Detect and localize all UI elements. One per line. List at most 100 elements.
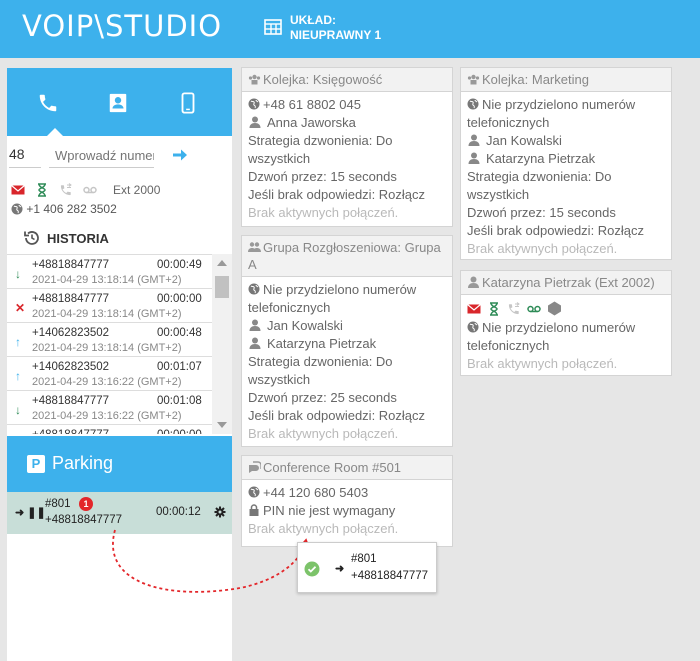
- history-duration: 00:00:00: [157, 429, 202, 434]
- presence-status-icon[interactable]: [547, 301, 562, 316]
- phone-tab-icon[interactable]: [37, 92, 59, 114]
- history-date: 2021-04-29 13:18:14 (GMT+2): [32, 342, 182, 354]
- card-phone: Nie przydzielono numerów telefonicznych: [467, 320, 636, 353]
- card-agent[interactable]: Anna Jaworska: [267, 115, 356, 130]
- history-date: 2021-04-29 13:18:14 (GMT+2): [32, 274, 182, 286]
- card-header: Kolejka: Marketing: [461, 68, 671, 92]
- card-phone: Nie przydzielono numerów telefonicznych: [467, 97, 636, 130]
- history-number: +14062823502: [32, 361, 110, 373]
- history-row[interactable]: ↑ +14062823502 00:00:48 2021-04-29 13:18:14…: [7, 323, 212, 357]
- parked-call[interactable]: ➜ ❚❚ #801 1 +48818847777 00:00:12: [7, 492, 232, 534]
- transfer-arrow-icon: ➜: [335, 563, 345, 575]
- history-scrollbar[interactable]: [212, 254, 232, 434]
- history-number: +48818847777: [32, 429, 109, 434]
- user-icon: [468, 152, 480, 164]
- country-prefix[interactable]: 48: [9, 146, 41, 168]
- history-number: +14062823502: [32, 327, 110, 339]
- missed-call-icon: ✕: [15, 301, 26, 315]
- history-duration: 00:01:07: [157, 361, 202, 373]
- card-ring-time: Dzwoń przez: 15 seconds: [248, 169, 397, 184]
- layout-name: NIEUPRAWNY 1: [290, 28, 382, 42]
- extension-card-katarzyna[interactable]: Katarzyna Pietrzak (Ext 2002) Nie przydz…: [460, 270, 672, 376]
- queue-card-ksiegowosc[interactable]: Kolejka: Księgowość +48 61 8802 045 Anna…: [241, 67, 453, 227]
- history-duration: 00:00:48: [157, 327, 202, 339]
- mobile-tab-icon[interactable]: [177, 92, 199, 114]
- scroll-thumb[interactable]: [215, 276, 229, 298]
- voicemail-tape-icon[interactable]: [527, 302, 541, 316]
- history-date: 2021-04-29 13:16:22 (GMT+2): [32, 410, 182, 422]
- scroll-down-icon[interactable]: [217, 422, 227, 428]
- globe-icon: [248, 98, 260, 110]
- history-duration: 00:00:00: [157, 293, 202, 305]
- layout-grid-icon[interactable]: [264, 18, 282, 36]
- history-row[interactable]: ↓ +48818847777 00:01:08 2021-04-29 13:16:22…: [7, 391, 212, 425]
- call-forward-icon[interactable]: [507, 302, 521, 316]
- history-number: +48818847777: [32, 395, 110, 407]
- call-arrow-icon[interactable]: [172, 148, 188, 162]
- contacts-tab-icon[interactable]: [107, 92, 129, 114]
- globe-icon: [467, 321, 479, 333]
- parked-call-duration: 00:00:12: [156, 506, 201, 518]
- gear-icon[interactable]: [214, 506, 226, 518]
- card-agent[interactable]: Katarzyna Pietrzak: [267, 336, 376, 351]
- layout-label: UKŁAD:: [290, 13, 336, 27]
- globe-icon: [248, 283, 260, 295]
- card-no-answer: Jeśli brak odpowiedzi: Rozłącz: [248, 408, 426, 423]
- extension-status-icons: [467, 299, 665, 319]
- conference-room-card[interactable]: Conference Room #501 +44 120 680 5403 PI…: [241, 455, 453, 547]
- card-no-answer: Jeśli brak odpowiedzi: Rozłącz: [248, 187, 426, 202]
- card-agent[interactable]: Jan Kowalski: [267, 318, 343, 333]
- history-title: HISTORIA: [47, 231, 109, 246]
- card-pin: PIN nie jest wymagany: [263, 503, 396, 518]
- drop-call-name: #801: [351, 553, 377, 565]
- card-strategy: Strategia dzwonienia: Do wszystkich: [467, 169, 612, 202]
- globe-icon: [11, 203, 23, 215]
- phone-tabs: [7, 68, 232, 136]
- card-agent[interactable]: Katarzyna Pietrzak: [486, 151, 595, 166]
- drop-preview-popup: ➜ #801 +48818847777: [297, 542, 437, 593]
- outgoing-call-icon: ↑: [15, 335, 21, 349]
- scroll-up-icon[interactable]: [217, 260, 227, 266]
- card-phone: Nie przydzielono numerów telefonicznych: [248, 282, 417, 315]
- queue-icon: [467, 74, 480, 85]
- card-strategy: Strategia dzwonienia: Do wszystkich: [248, 133, 393, 166]
- hourglass-icon[interactable]: [35, 183, 49, 197]
- history-list[interactable]: ↓ +48818847777 00:00:49 2021-04-29 13:18:14…: [7, 254, 212, 434]
- drop-call-number: +48818847777: [351, 570, 429, 582]
- history-row[interactable]: ↓ +48818847777 00:00:49 2021-04-29 13:18:14…: [7, 255, 212, 289]
- history-date: 2021-04-29 13:16:22 (GMT+2): [32, 376, 182, 388]
- ring-group-card-grupa-a[interactable]: Grupa Rozgłoszeniowa: Grupa A Nie przydz…: [241, 235, 453, 447]
- layout-selector[interactable]: UKŁAD: NIEUPRAWNY 1: [290, 13, 381, 43]
- user-icon: [249, 319, 261, 331]
- voicemail-envelope-icon[interactable]: [11, 183, 25, 197]
- card-no-active: Brak aktywnych połączeń.: [248, 521, 399, 536]
- card-body: +44 120 680 5403 PIN nie jest wymagany B…: [242, 480, 452, 542]
- card-header: Katarzyna Pietrzak (Ext 2002): [461, 271, 671, 295]
- parked-call-badge: 1: [79, 497, 93, 511]
- history-number: +48818847777: [32, 293, 110, 305]
- user-icon: [249, 337, 261, 349]
- card-phone: +48 61 8802 045: [263, 97, 361, 112]
- history-row[interactable]: ↓+4881884777700:00:002021-04-29 13:16:22…: [7, 425, 212, 434]
- card-agent[interactable]: Jan Kowalski: [486, 133, 562, 148]
- voicemail-envelope-icon[interactable]: [467, 302, 481, 316]
- dial-number-input[interactable]: [49, 144, 154, 168]
- card-no-active: Brak aktywnych połączeń.: [248, 426, 399, 441]
- call-forward-icon[interactable]: [59, 183, 73, 197]
- hourglass-icon[interactable]: [487, 302, 501, 316]
- card-title: Kolejka: Księgowość: [263, 72, 383, 87]
- history-row[interactable]: ✕ +48818847777 00:00:00 2021-04-29 13:18:14…: [7, 289, 212, 323]
- extension-label: Ext 2000: [113, 183, 161, 197]
- outbound-phone-number: +1 406 282 3502: [26, 202, 117, 216]
- history-duration: 00:00:49: [157, 259, 202, 271]
- queue-card-marketing[interactable]: Kolejka: Marketing Nie przydzielono nume…: [460, 67, 672, 260]
- card-no-active: Brak aktywnych połączeń.: [467, 241, 618, 256]
- voicemail-tape-icon[interactable]: [83, 183, 97, 197]
- transfer-pause-icon[interactable]: ➜ ❚❚: [15, 506, 46, 519]
- history-row[interactable]: ↑ +14062823502 00:01:07 2021-04-29 13:16:22…: [7, 357, 212, 391]
- lock-icon: [249, 504, 259, 516]
- card-header: Conference Room #501: [242, 456, 452, 480]
- outgoing-call-icon: ↑: [15, 369, 21, 383]
- user-icon: [249, 116, 261, 128]
- card-header: Kolejka: Księgowość: [242, 68, 452, 92]
